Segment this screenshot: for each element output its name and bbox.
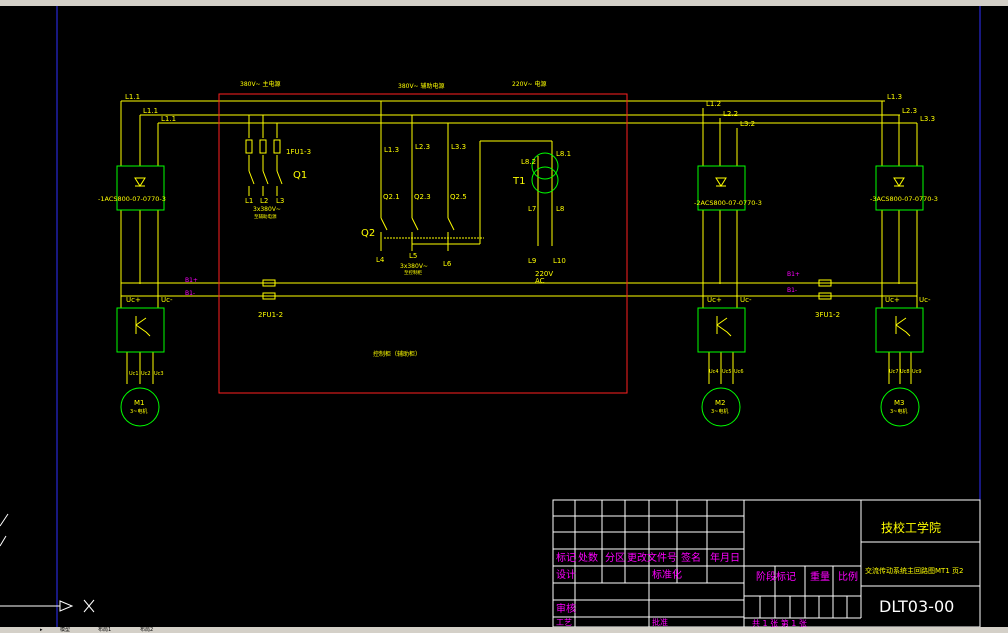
m3-term-1: Uc7 <box>889 369 899 375</box>
q1-label: Q1 <box>293 170 307 181</box>
q2-mid-3: Q2.5 <box>450 193 467 201</box>
title-stage-mark-label: 阶段标记 <box>756 570 796 583</box>
q2-rating: 3x380V~ <box>400 263 428 270</box>
t1-in-2: L8.1 <box>556 150 571 158</box>
q2-out-3: L6 <box>443 260 452 268</box>
bus-label-l11c: L1.1 <box>161 115 176 123</box>
title-craft-label: 工艺 <box>556 618 572 627</box>
tab-layout1[interactable]: 布局1 <box>98 627 111 633</box>
title-drawing-number: DLT03-00 <box>879 597 954 616</box>
uc-1-plus: Uc+ <box>126 296 141 304</box>
dc-label-b2p: B1+ <box>787 271 800 278</box>
title-design-label: 设计 <box>556 568 576 581</box>
q2-mid-1: Q2.1 <box>383 193 400 201</box>
m2-term-3: Uc6 <box>734 369 744 375</box>
t1-out-1: L9 <box>528 257 536 265</box>
q1-term-1: L1 <box>245 197 253 205</box>
q2-in-3: L3.3 <box>451 143 466 151</box>
motor-m1-label: M1 <box>134 399 145 407</box>
drive-2-label: -2ACS800-07-0770-3 <box>694 199 762 207</box>
dc-label-b1m: B1- <box>185 290 195 297</box>
title-row-label-6: 年月日 <box>710 551 740 564</box>
tab-model[interactable]: 模型 <box>60 627 70 633</box>
dc-label-b2m: B1- <box>787 287 797 294</box>
tab-layout2[interactable]: 布局2 <box>140 627 153 633</box>
t1-ac: AC <box>535 277 545 285</box>
title-row-label-3: 分区 <box>605 552 625 564</box>
supply-label-1: 380V~ 主电源 <box>240 80 281 88</box>
title-row-label-5: 签名 <box>681 551 701 564</box>
fuse-2-label: 2FU1-2 <box>258 311 283 319</box>
bus-label-l11a: L1.1 <box>125 93 140 101</box>
q2-out-2: L5 <box>409 252 417 260</box>
t1-in-1: L8.2 <box>521 158 536 166</box>
uc-2-minus: Uc- <box>740 296 752 304</box>
m3-term-3: Uc9 <box>912 369 922 375</box>
title-school-name: 技校工学院 <box>881 520 941 535</box>
q2-in-1: L1.3 <box>384 146 399 154</box>
fuse-3-label: 3FU1-2 <box>815 311 840 319</box>
t1-label: T1 <box>512 176 525 187</box>
q2-in-2: L2.3 <box>415 143 430 151</box>
dc-label-b1p: B1+ <box>185 277 198 284</box>
motor-m3-rating: 3~电机 <box>890 408 907 415</box>
m1-term-3: Uc3 <box>154 371 164 377</box>
motor-m3-label: M3 <box>894 399 905 407</box>
m2-term-1: Uc4 <box>709 369 719 375</box>
drive-3-label: -3ACS800-07-0770-3 <box>870 195 938 203</box>
bus-label-l33: L3.3 <box>920 115 935 123</box>
cabinet-label: 控制柜（辅助柜） <box>373 350 421 358</box>
bus-label-l32: L3.2 <box>740 120 755 128</box>
q1-term-3: L3 <box>276 197 284 205</box>
uc-3-plus: Uc+ <box>885 296 900 304</box>
title-review-label: 审核 <box>556 602 576 615</box>
bus-label-l13: L1.3 <box>887 93 902 101</box>
q1-term-2: L2 <box>260 197 268 205</box>
motor-m1-rating: 3~电机 <box>130 408 147 415</box>
fuse-1-label: 1FU1-3 <box>286 148 311 156</box>
q1-rating: 3x380V~ <box>253 206 281 213</box>
q2-note: 至控制柜 <box>404 269 422 276</box>
q1-note: 至辅助电源 <box>254 213 277 220</box>
drive-1-label: -1ACS800-07-0770-3 <box>98 195 166 203</box>
title-drawing-title: 交流传动系统主回路图MT1 页2 <box>865 566 963 575</box>
title-row-label-2: 处数 <box>578 551 598 564</box>
t1-mid-1: L7 <box>528 205 536 213</box>
title-approve-label: 批准 <box>652 617 668 627</box>
title-scale-label: 比例 <box>838 570 858 583</box>
title-row-label-1: 标记 <box>556 552 576 564</box>
title-standard-label: 标准化 <box>652 568 682 581</box>
q2-mid-2: Q2.3 <box>414 193 431 201</box>
q2-out-1: L4 <box>376 256 385 264</box>
bus-label-l22: L2.2 <box>723 110 738 118</box>
m3-term-2: Uc8 <box>900 369 910 375</box>
q2-label: Q2 <box>361 228 375 239</box>
uc-1-minus: Uc- <box>161 296 173 304</box>
bus-label-l11b: L1.1 <box>143 107 158 115</box>
m1-term-1: Uc1 <box>129 371 139 377</box>
t1-mid-2: L8 <box>556 205 564 213</box>
bus-label-l23: L2.3 <box>902 107 917 115</box>
supply-label-2: 380V~ 辅助电源 <box>398 82 445 90</box>
drawing-canvas[interactable]: L1.1 L1.1 L1.1 L1.2 L2.2 L3.2 L1.3 L2.3 … <box>0 6 1008 628</box>
bus-label-l12: L1.2 <box>706 100 721 108</box>
m2-term-2: Uc5 <box>722 369 732 375</box>
uc-2-plus: Uc+ <box>707 296 722 304</box>
uc-3-minus: Uc- <box>919 296 931 304</box>
t1-out-2: L10 <box>553 257 566 265</box>
layout-tabs-bar: ▸ 模型 布局1 布局2 <box>0 627 1008 633</box>
model-space-tab-icon: ▸ <box>40 627 43 633</box>
motor-m2-rating: 3~电机 <box>711 408 728 415</box>
supply-label-3: 220V~ 电源 <box>512 80 547 88</box>
title-sheet-info: 共 1 张 第 1 张 <box>752 618 807 627</box>
motor-m2-label: M2 <box>715 399 726 407</box>
title-weight-label: 重量 <box>810 570 830 583</box>
title-row-label-4: 更改文件号 <box>627 551 677 564</box>
m1-term-2: Uc2 <box>141 371 151 377</box>
